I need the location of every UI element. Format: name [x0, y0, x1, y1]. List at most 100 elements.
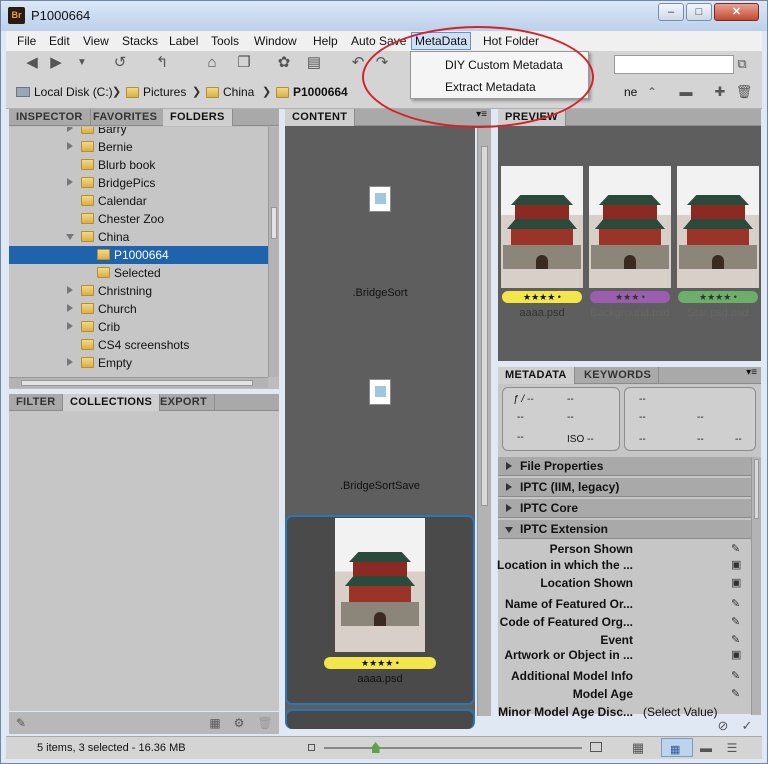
- tree-item-selected[interactable]: Selected: [9, 264, 268, 282]
- open-recent-folder-icon[interactable]: ▬: [676, 83, 696, 101]
- edit-collection-icon[interactable]: ⚙: [229, 714, 249, 732]
- folder-tree-scrollbar[interactable]: [268, 127, 279, 377]
- field-location-created[interactable]: Location in which the ... ▣: [497, 556, 751, 574]
- reveal-icon[interactable]: ↰: [152, 54, 172, 72]
- tab-metadata[interactable]: METADATA: [498, 367, 575, 384]
- panel-menu-icon[interactable]: ▾≡: [476, 109, 487, 120]
- file-icon[interactable]: [369, 379, 391, 405]
- delete-icon[interactable]: 🗑: [734, 83, 754, 101]
- tree-item-calendar[interactable]: Calendar: [9, 192, 268, 210]
- star-rating[interactable]: ★★★★ •: [502, 291, 582, 303]
- tree-item-church[interactable]: Church: [9, 300, 268, 318]
- field-model-age[interactable]: Model Age ✎: [498, 685, 751, 703]
- menu-hot-folder[interactable]: Hot Folder: [480, 33, 542, 49]
- content-scrollbar[interactable]: [477, 126, 491, 716]
- compact-mode-icon[interactable]: ⧉: [732, 55, 752, 73]
- refine-icon[interactable]: ✿: [274, 54, 294, 72]
- view-details-icon[interactable]: ▬: [696, 739, 716, 757]
- scroll-thumb[interactable]: [754, 459, 759, 519]
- zoom-out-icon[interactable]: [308, 744, 315, 751]
- apply-checkmark-icon[interactable]: ✓: [737, 717, 757, 735]
- recent-icon[interactable]: ↺: [110, 54, 130, 72]
- content-item-name[interactable]: .BridgeSortSave: [285, 480, 475, 492]
- copy-icon[interactable]: ❐: [234, 54, 254, 72]
- content-item-name[interactable]: .BridgeSort: [285, 287, 475, 299]
- structure-icon[interactable]: ▣: [731, 577, 743, 589]
- tab-content[interactable]: CONTENT: [285, 109, 356, 126]
- menu-item-diy-custom-metadata[interactable]: DIY Custom Metadata: [445, 58, 563, 72]
- menu-window[interactable]: Window: [251, 33, 300, 49]
- tree-item-bridgepics[interactable]: BridgePics: [9, 174, 268, 192]
- zoom-in-icon[interactable]: [590, 742, 602, 752]
- new-folder-icon[interactable]: ✚: [710, 83, 730, 101]
- star-rating[interactable]: ★★★★ •: [678, 291, 758, 303]
- section-file-properties[interactable]: File Properties: [498, 457, 751, 476]
- menu-tools[interactable]: Tools: [208, 33, 242, 49]
- dropdown-icon[interactable]: ▼: [72, 54, 92, 72]
- star-rating[interactable]: ★★★ •: [590, 291, 670, 303]
- content-item-name[interactable]: aaaa.psd: [287, 673, 473, 685]
- field-artwork-object[interactable]: Artwork or Object in ... ▣: [498, 646, 751, 664]
- path-item-china[interactable]: China: [206, 85, 254, 99]
- pencil-icon[interactable]: ✎: [731, 688, 743, 700]
- structure-icon[interactable]: ▣: [731, 559, 743, 571]
- tab-filter[interactable]: FILTER: [9, 394, 64, 411]
- menu-edit[interactable]: Edit: [46, 33, 73, 49]
- file-icon[interactable]: [369, 186, 391, 212]
- structure-icon[interactable]: ▣: [731, 649, 743, 661]
- menu-view[interactable]: View: [80, 33, 112, 49]
- delete-collection-icon[interactable]: 🗑: [255, 714, 275, 732]
- content-thumbnail-partial[interactable]: [285, 709, 475, 729]
- camera-icon[interactable]: ⌂: [202, 54, 222, 72]
- pencil-icon[interactable]: ✎: [731, 598, 743, 610]
- smart-collection-icon[interactable]: ✎: [11, 714, 31, 732]
- zoom-slider-thumb[interactable]: [371, 742, 380, 753]
- sort-order-icon[interactable]: ⌃: [642, 83, 662, 101]
- pencil-icon[interactable]: ✎: [731, 670, 743, 682]
- panel-menu-icon[interactable]: ▾≡: [746, 367, 757, 378]
- menu-stacks[interactable]: Stacks: [119, 33, 161, 49]
- tree-item-blurb-book[interactable]: Blurb book: [9, 156, 268, 174]
- rotate-right-icon[interactable]: ↷: [372, 54, 392, 72]
- menu-file[interactable]: File: [14, 33, 39, 49]
- output-icon[interactable]: ▤: [304, 54, 324, 72]
- preview-image[interactable]: [589, 166, 671, 288]
- minimize-button[interactable]: –: [658, 3, 684, 21]
- tree-item-christning[interactable]: Christning: [9, 282, 268, 300]
- tab-export[interactable]: EXPORT: [153, 394, 216, 411]
- tab-inspector[interactable]: INSPECTOR: [9, 109, 91, 126]
- tree-item-crib[interactable]: Crib: [9, 318, 268, 336]
- tab-preview[interactable]: PREVIEW: [498, 109, 566, 126]
- view-list-icon[interactable]: ☰: [722, 739, 742, 757]
- rotate-left-icon[interactable]: ↶: [348, 54, 368, 72]
- preview-image[interactable]: [501, 166, 583, 288]
- forward-icon[interactable]: ▶: [46, 54, 66, 72]
- tree-item-p1000664[interactable]: P1000664: [9, 246, 268, 264]
- search-input[interactable]: [614, 55, 734, 74]
- zoom-slider-track[interactable]: [324, 742, 582, 753]
- cancel-icon[interactable]: ⊘: [713, 717, 733, 735]
- content-thumbnail-selected[interactable]: ★★★★ • aaaa.psd: [285, 515, 475, 705]
- maximize-button[interactable]: □: [686, 3, 712, 21]
- path-item-local-disk[interactable]: Local Disk (C:): [16, 85, 113, 99]
- close-button[interactable]: ✕: [714, 3, 759, 21]
- tree-item-bernie[interactable]: Bernie: [9, 138, 268, 156]
- scroll-thumb[interactable]: [271, 207, 277, 239]
- hscroll-thumb[interactable]: [21, 380, 253, 386]
- scroll-thumb[interactable]: [481, 146, 488, 506]
- field-name-featured-org[interactable]: Name of Featured Or... ✎: [498, 595, 751, 613]
- menu-metadata[interactable]: MetaData: [411, 32, 472, 50]
- back-icon[interactable]: ◀: [22, 54, 42, 72]
- tab-keywords[interactable]: KEYWORDS: [577, 367, 660, 384]
- tree-item-cs4-screenshots[interactable]: CS4 screenshots: [9, 336, 268, 354]
- preview-image[interactable]: [677, 166, 759, 288]
- view-thumbnails-button[interactable]: ▦: [661, 738, 693, 757]
- star-rating[interactable]: ★★★★ •: [324, 657, 436, 669]
- folder-tree-hscrollbar[interactable]: [9, 377, 268, 388]
- pencil-icon[interactable]: ✎: [731, 616, 743, 628]
- select-value-dropdown[interactable]: (Select Value): [643, 705, 717, 719]
- section-iptc-core[interactable]: IPTC Core: [498, 499, 751, 518]
- metadata-scrollbar[interactable]: [751, 457, 761, 715]
- tab-folders[interactable]: FOLDERS: [163, 109, 233, 126]
- path-item-pictures[interactable]: Pictures: [126, 85, 186, 99]
